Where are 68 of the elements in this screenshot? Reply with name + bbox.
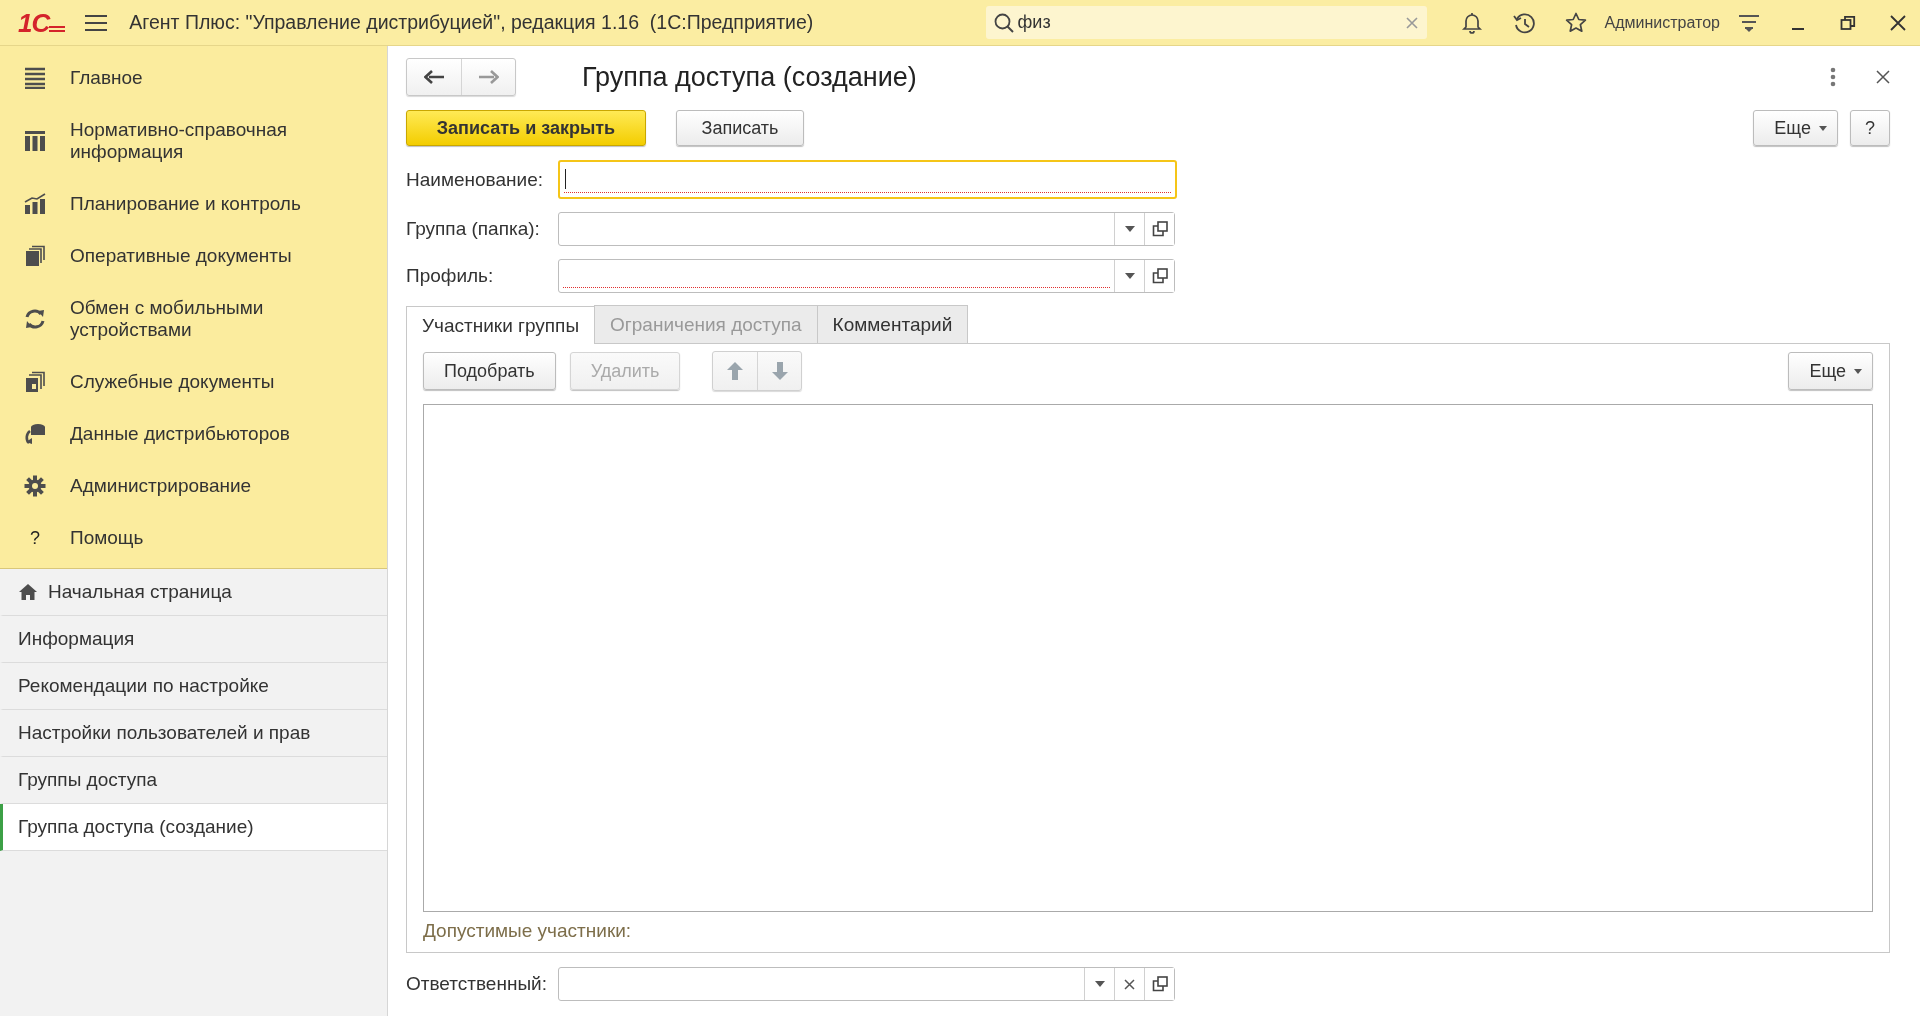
nav-section[interactable]: Служебные документы: [0, 356, 387, 408]
input-field[interactable]: [558, 160, 1177, 199]
nav-section[interactable]: Нормативно-справочная информация: [0, 104, 387, 178]
history-icon[interactable]: [1512, 11, 1535, 34]
open-button[interactable]: [1144, 213, 1174, 245]
nav-section[interactable]: Оперативные документы: [0, 230, 387, 282]
tab[interactable]: Комментарий: [816, 305, 969, 343]
close-icon[interactable]: [1876, 70, 1890, 84]
arrow-up-icon: [727, 362, 744, 380]
open-button[interactable]: [1144, 260, 1174, 292]
list-icon: [24, 67, 46, 89]
arrow-left-icon: [424, 70, 444, 84]
settings-icon: [24, 475, 46, 497]
star-icon[interactable]: [1564, 11, 1587, 34]
help-icon: ?: [30, 527, 40, 549]
nav-section[interactable]: Администрирование: [0, 460, 387, 512]
open-window-icon: [1151, 221, 1168, 237]
pick-button[interactable]: Подобрать: [423, 352, 556, 390]
arrow-right-icon: [478, 70, 499, 84]
help-button[interactable]: ?: [1850, 110, 1890, 146]
field-label: Группа (папка):: [406, 218, 541, 240]
functions-menu-icon[interactable]: [1738, 12, 1760, 33]
restore-icon[interactable]: [1840, 14, 1856, 31]
open-window-icon: [1151, 976, 1168, 992]
nav-section[interactable]: ? Помощь: [0, 512, 387, 564]
field-label: Ответственный:: [406, 973, 548, 995]
nav-section[interactable]: Данные дистрибьюторов: [0, 408, 387, 460]
tab[interactable]: Участники группы: [406, 306, 596, 344]
close-icon[interactable]: [1890, 14, 1906, 31]
menu-icon[interactable]: [85, 13, 108, 32]
window-title: Агент Плюс: "Управление дистрибуцией", редакция 1.16 (1С:Предприятие): [129, 11, 814, 34]
notifications-icon[interactable]: [1460, 11, 1483, 34]
save-button[interactable]: Записать: [676, 110, 804, 146]
input-field[interactable]: [558, 259, 1175, 293]
sync-icon: [24, 308, 46, 330]
catalog-icon: [24, 130, 46, 152]
clear-icon[interactable]: [1404, 15, 1419, 30]
caret-icon: [1124, 273, 1135, 279]
allowed-members-label: Допустимые участники:: [423, 920, 633, 942]
field-label: Профиль:: [406, 265, 495, 287]
more-button[interactable]: Еще: [1753, 110, 1838, 146]
caret-icon: [1094, 981, 1105, 987]
nav-section[interactable]: Главное: [0, 52, 387, 104]
home-icon: [18, 583, 38, 601]
clear-icon: [1124, 978, 1135, 990]
documents-icon: [24, 245, 46, 267]
logo: 1С: [18, 9, 66, 36]
user-name[interactable]: Администратор: [1604, 13, 1720, 32]
nav-section[interactable]: Планирование и контроль: [0, 178, 387, 230]
input-field[interactable]: [558, 967, 1175, 1001]
form-title: Группа доступа (создание): [582, 61, 917, 93]
open-page-tab[interactable]: Группа доступа (создание): [0, 804, 387, 851]
open-button[interactable]: [1144, 968, 1174, 1000]
caret-icon: [1124, 226, 1135, 232]
more-options-icon[interactable]: [1830, 67, 1836, 87]
field-label: Наименование:: [406, 168, 544, 191]
documents-icon: [24, 371, 46, 393]
caret-icon: [1819, 126, 1827, 132]
caret-icon: [1854, 369, 1862, 375]
more-button[interactable]: Еще: [1788, 352, 1873, 390]
open-window-icon: [1151, 268, 1168, 284]
input-field[interactable]: [558, 212, 1175, 246]
arrow-down-icon: [771, 362, 788, 380]
nav-section[interactable]: Обмен с мобильными устройствами: [0, 282, 387, 356]
database-sync-icon: [24, 423, 46, 445]
bar-chart-icon: [24, 193, 46, 215]
search-icon: [993, 12, 1014, 33]
save-and-close-button[interactable]: Записать и закрыть: [406, 110, 646, 146]
